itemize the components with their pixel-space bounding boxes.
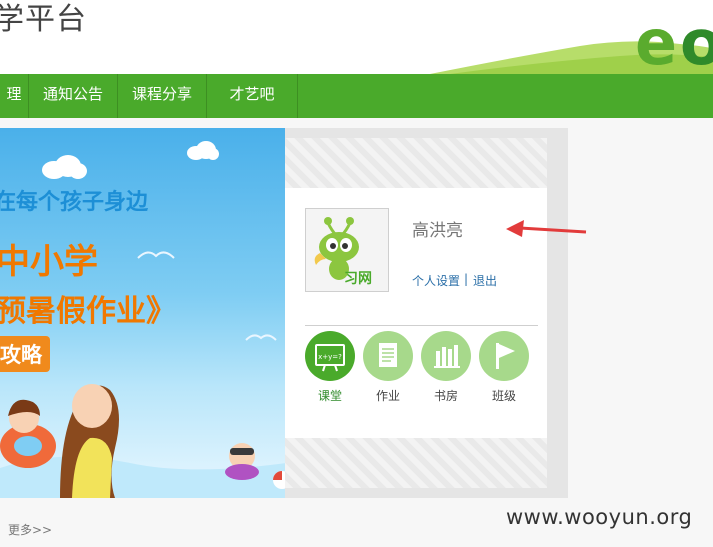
cartoon-children-illustration (0, 384, 320, 498)
bird-icon (245, 334, 277, 341)
classroom-label: 课堂 (317, 389, 342, 403)
username: 高洪亮 (412, 221, 463, 241)
cloud-icon (42, 155, 87, 179)
banner-slogan: 在每个孩子身边 (0, 190, 149, 215)
bird-icon (137, 251, 175, 259)
more-link[interactable]: 更多>> (8, 521, 52, 538)
svg-text:e: e (635, 6, 677, 74)
panel-top-stripe (285, 138, 547, 188)
cloud-icon (187, 141, 219, 160)
flag-icon (496, 343, 515, 369)
class-shortcut[interactable] (479, 331, 529, 381)
site-title: 学平台 (0, 2, 87, 37)
panel-bottom-stripe (285, 438, 547, 488)
nav-item-manage[interactable]: 理 (0, 74, 28, 118)
nav-item-talent[interactable]: 才艺吧 (207, 74, 297, 118)
site-header: 学平台 e o (0, 0, 713, 74)
homework-label: 作业 (375, 389, 400, 403)
promo-banner[interactable]: 在每个孩子身边 中小学 预暑假作业》 攻略 (0, 128, 320, 498)
logout-link[interactable]: 退出 (473, 272, 497, 289)
nav-item-notices[interactable]: 通知公告 (29, 74, 117, 118)
class-label: 班级 (491, 389, 516, 403)
banner-subheading: 预暑假作业》 (0, 294, 176, 329)
banner-heading: 中小学 (0, 242, 98, 282)
nav-item-course-share[interactable]: 课程分享 (118, 74, 206, 118)
study-room-label: 书房 (433, 389, 458, 403)
classroom-shortcut[interactable]: x+y=? (305, 331, 355, 381)
study-room-shortcut[interactable] (421, 331, 471, 381)
site-logo-hill: e o (430, 6, 713, 74)
account-settings-link[interactable]: 个人设置 (412, 272, 460, 289)
watermark: www.wooyun.org (506, 505, 693, 529)
main-nav: 理 通知公告 课程分享 才艺吧 (0, 74, 713, 118)
formula-text: x+y=? (318, 353, 342, 361)
homework-shortcut[interactable] (363, 331, 413, 381)
annotation-arrow-icon (506, 220, 587, 237)
nav-separator (297, 74, 298, 118)
bookshelf-icon (434, 345, 460, 368)
link-separator: | (464, 272, 469, 286)
panel-divider (305, 325, 538, 326)
formula-board-icon: x+y=? (315, 344, 345, 372)
avatar-brand-text: 习网 (344, 271, 372, 287)
svg-text:o: o (680, 6, 713, 74)
document-icon (379, 343, 397, 367)
